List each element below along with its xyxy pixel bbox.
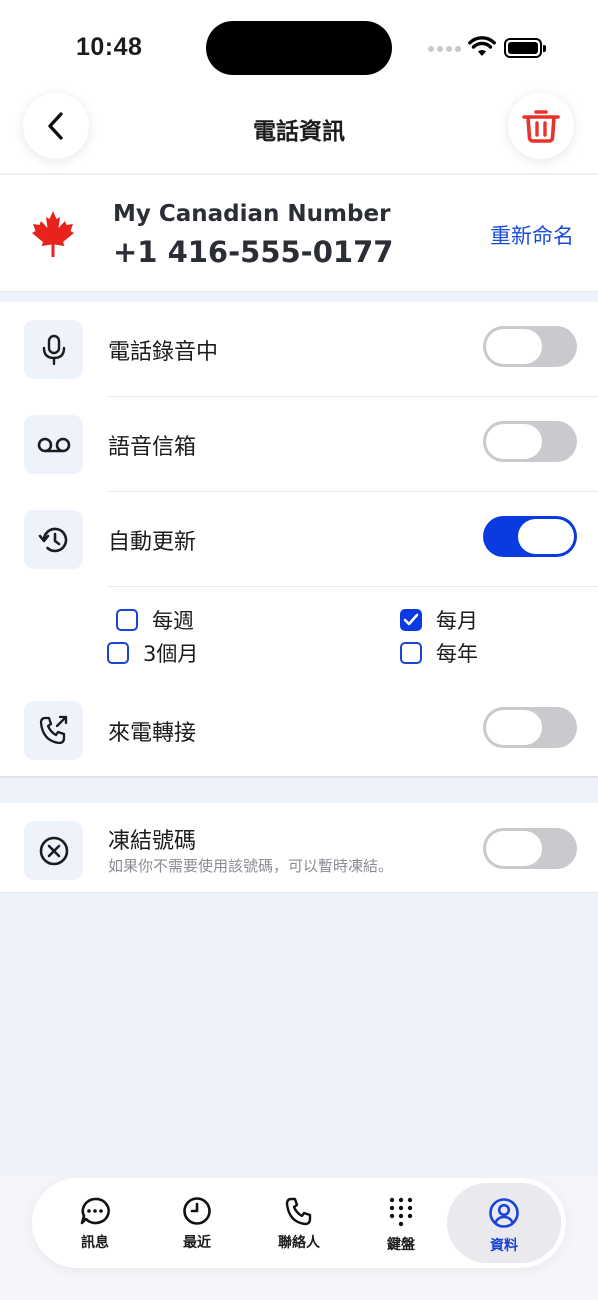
tab-label: 鍵盤 [387, 1237, 415, 1253]
cancel-circle-icon [24, 821, 83, 880]
rename-button[interactable]: 重新命名 [490, 220, 574, 250]
status-time: 10:48 [76, 33, 143, 61]
option-label: 每月 [436, 609, 478, 633]
option-label: 每週 [152, 609, 194, 633]
freeze-description: 如果你不需要使用該號碼，可以暫時凍結。 [108, 857, 394, 875]
profile-icon [489, 1198, 519, 1228]
checkbox-checked[interactable] [400, 609, 422, 631]
freeze-card: 凍結號碼 如果你不需要使用該號碼，可以暫時凍結。 [0, 803, 598, 893]
recording-label: 電話錄音中 [108, 340, 219, 365]
phone-number: +1 416-555-0177 [113, 235, 394, 269]
tab-contacts[interactable]: 聯絡人 [249, 1178, 349, 1268]
status-bar: 10:48 [0, 0, 598, 90]
auto-renew-label: 自動更新 [108, 530, 197, 555]
microphone-icon [24, 320, 83, 379]
tab-keypad[interactable]: 鍵盤 [351, 1178, 451, 1268]
trash-icon [522, 110, 560, 143]
battery-icon [504, 38, 546, 58]
renew-option-quarterly[interactable]: 3個月 [107, 638, 198, 668]
keypad-icon [389, 1197, 413, 1227]
tab-messages[interactable]: 訊息 [45, 1178, 145, 1268]
renew-option-weekly[interactable]: 每週 [116, 605, 194, 635]
clock-icon [183, 1197, 211, 1225]
voicemail-icon [24, 415, 83, 474]
recording-toggle[interactable] [483, 326, 577, 367]
freeze-toggle[interactable] [483, 828, 577, 869]
phone-icon [285, 1197, 312, 1226]
checkmark-icon [403, 613, 419, 626]
call-forwarding-toggle[interactable] [483, 707, 577, 748]
auto-renew-toggle[interactable] [483, 516, 577, 557]
history-icon [24, 510, 83, 569]
call-forwarding-label: 來電轉接 [108, 721, 197, 746]
header: 電話資訊 [0, 90, 598, 174]
voicemail-toggle[interactable] [483, 421, 577, 462]
auto-renew-row: 自動更新 [0, 492, 598, 587]
tab-label: 最近 [183, 1235, 211, 1251]
tab-recents[interactable]: 最近 [147, 1178, 247, 1268]
renew-option-yearly[interactable]: 每年 [400, 638, 478, 668]
canada-flag-icon [28, 209, 78, 263]
delete-button[interactable] [508, 93, 574, 159]
cellular-signal-icon [428, 46, 461, 52]
chat-bubble-icon [80, 1197, 110, 1225]
wifi-icon [468, 36, 496, 62]
tab-label: 訊息 [81, 1235, 109, 1251]
number-card: My Canadian Number +1 416-555-0177 重新命名 [0, 175, 598, 292]
tab-profile[interactable]: 資料 [447, 1183, 561, 1263]
tab-bar: 訊息 最近 聯絡人 鍵盤 資料 [32, 1178, 566, 1268]
tab-label: 資料 [490, 1238, 518, 1254]
checkbox[interactable] [400, 642, 422, 664]
checkbox[interactable] [116, 609, 138, 631]
option-label: 每年 [436, 642, 478, 666]
voicemail-row: 語音信箱 [0, 397, 598, 492]
renew-option-monthly[interactable]: 每月 [400, 605, 478, 635]
option-label: 3個月 [143, 642, 199, 666]
voicemail-label: 語音信箱 [108, 435, 197, 460]
recording-row: 電話錄音中 [0, 302, 598, 397]
call-forward-icon [24, 701, 83, 760]
number-nickname: My Canadian Number [113, 201, 391, 227]
checkbox[interactable] [107, 642, 129, 664]
tab-label: 聯絡人 [278, 1235, 320, 1251]
freeze-title: 凍結號碼 [108, 829, 197, 854]
settings-card: 電話錄音中 語音信箱 自動更新 每週 每月 3個月 每年 來電轉接 [0, 302, 598, 778]
call-forwarding-row: 來電轉接 [0, 683, 598, 778]
renew-period-options: 每週 每月 3個月 每年 [0, 587, 598, 677]
dynamic-island [206, 21, 392, 75]
